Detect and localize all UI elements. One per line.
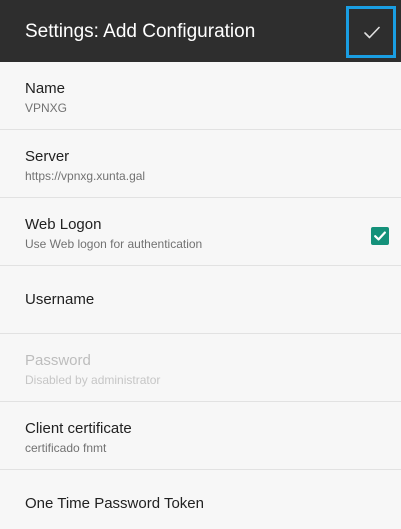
- checkmark-icon: [364, 26, 380, 39]
- setting-value: https://vpnxg.xunta.gal: [25, 169, 146, 183]
- setting-name[interactable]: Name VPNXG: [0, 62, 401, 130]
- setting-summary: Use Web logon for authentication: [25, 237, 203, 251]
- setting-title: One Time Password Token: [25, 495, 204, 512]
- setting-title: Password: [25, 352, 91, 369]
- setting-client-certificate[interactable]: Client certificate certificado fnmt: [0, 402, 401, 470]
- setting-value: certificado fnmt: [25, 441, 107, 455]
- settings-list: Name VPNXG Server https://vpnxg.xunta.ga…: [0, 62, 401, 529]
- setting-title: Username: [25, 291, 95, 308]
- web-logon-checkbox[interactable]: [371, 227, 389, 245]
- setting-server[interactable]: Server https://vpnxg.xunta.gal: [0, 130, 401, 198]
- setting-web-logon[interactable]: Web Logon Use Web logon for authenticati…: [0, 198, 401, 266]
- page-title: Settings: Add Configuration: [25, 21, 256, 42]
- setting-title: Web Logon: [25, 216, 102, 233]
- setting-title: Name: [25, 80, 66, 97]
- setting-summary: Disabled by administrator: [25, 373, 161, 387]
- setting-username[interactable]: Username: [0, 266, 401, 334]
- setting-otp-token[interactable]: One Time Password Token: [0, 470, 401, 529]
- app-bar: Settings: Add Configuration: [0, 0, 401, 62]
- checkbox-check-icon: [374, 231, 386, 241]
- save-button[interactable]: [346, 6, 396, 58]
- setting-title: Server: [25, 148, 70, 165]
- setting-password: Password Disabled by administrator: [0, 334, 401, 402]
- settings-screen: Settings: Add Configuration Name VPNXG S…: [0, 0, 401, 529]
- setting-title: Client certificate: [25, 420, 132, 437]
- setting-value: VPNXG: [25, 101, 68, 115]
